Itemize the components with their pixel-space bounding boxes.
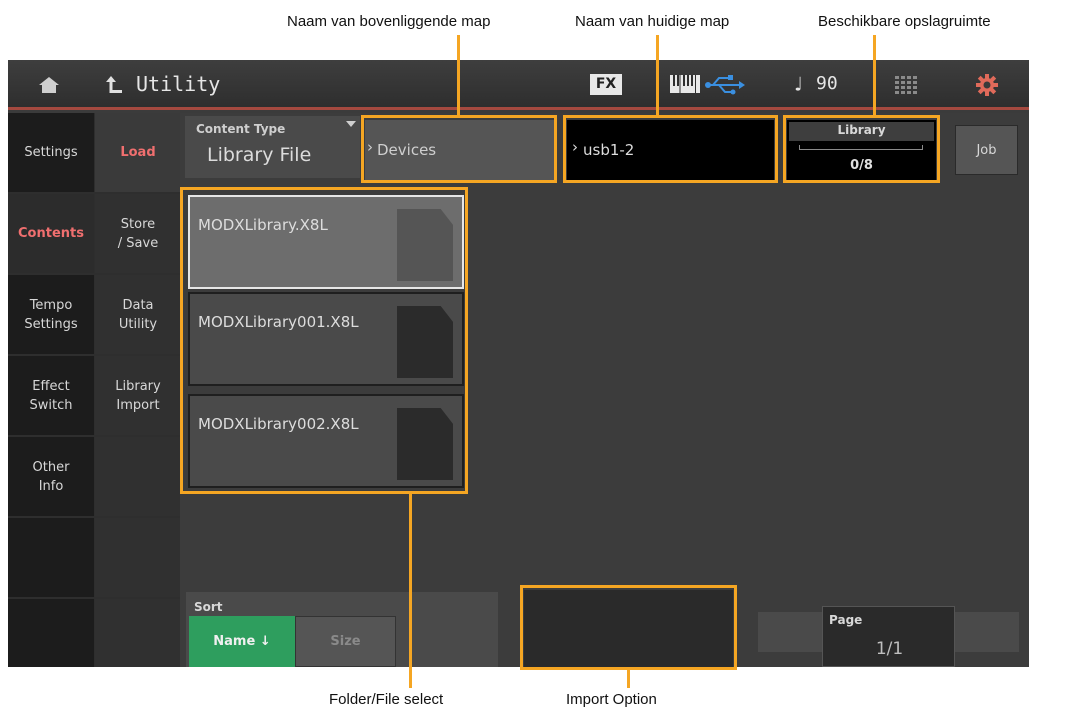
nav-contents[interactable]: Contents [8, 194, 94, 275]
storage-bar [799, 145, 923, 150]
sort-name-label: Name ↓ [213, 634, 271, 649]
home-icon[interactable] [38, 76, 60, 94]
page-prev-button[interactable] [758, 612, 822, 652]
back-arrow-icon[interactable] [106, 75, 124, 95]
dropdown-arrow-icon [346, 121, 356, 127]
tempo-value[interactable]: 90 [816, 73, 838, 94]
file-item[interactable]: MODXLibrary.X8L [188, 195, 464, 289]
leader-current-folder [656, 35, 659, 117]
subnav-load[interactable]: Load [95, 113, 181, 194]
leader-parent-folder [457, 35, 460, 117]
chevron-right-icon: › [367, 138, 373, 156]
chevron-right-icon: › [572, 138, 578, 156]
nav-empty-2 [8, 599, 94, 667]
content-type-label: Content Type [196, 122, 286, 136]
annotation-parent-folder: Naam van bovenliggende map [287, 13, 491, 30]
gear-icon[interactable] [976, 74, 998, 96]
job-button-label: Job [976, 142, 997, 158]
page-value: 1/1 [875, 639, 904, 659]
file-name: MODXLibrary.X8L [198, 216, 328, 234]
nav-tempo-settings[interactable]: Tempo Settings [8, 275, 94, 356]
file-item[interactable]: MODXLibrary001.X8L [188, 292, 464, 386]
fx-badge[interactable]: FX [590, 74, 622, 95]
content-type-value: Library File [207, 144, 312, 166]
subnav-store-save[interactable]: Store / Save [95, 194, 181, 275]
leader-storage [873, 35, 876, 117]
tempo-note-icon: ♩ [792, 72, 805, 96]
current-folder-display: › usb1-2 [567, 120, 774, 180]
file-name: MODXLibrary001.X8L [198, 313, 359, 331]
nav-settings[interactable]: Settings [8, 113, 94, 194]
sort-label: Sort [194, 600, 223, 614]
nav-effect-switch[interactable]: Effect Switch [8, 356, 94, 437]
subnav-empty-2 [95, 518, 181, 599]
annotation-current-folder: Naam van huidige map [575, 13, 730, 30]
usb-icon [705, 75, 745, 95]
main-nav: Settings Contents Tempo Settings Effect … [8, 113, 94, 667]
page-indicator: Page 1/1 [822, 606, 955, 667]
file-item[interactable]: MODXLibrary002.X8L [188, 394, 464, 488]
subnav-data-utility[interactable]: Data Utility [95, 275, 181, 356]
sub-nav: Load Store / Save Data Utility Library I… [94, 113, 181, 667]
job-button[interactable]: Job [955, 125, 1018, 175]
leader-file-list [409, 492, 412, 688]
storage-label: Library [837, 123, 886, 137]
annotation-folder-file-select: Folder/File select [329, 691, 444, 708]
subnav-empty-1 [95, 437, 181, 518]
current-folder-name: usb1-2 [583, 141, 635, 159]
page-label: Page [829, 613, 863, 627]
page-next-button[interactable] [955, 612, 1019, 652]
nav-empty-1 [8, 518, 94, 599]
file-icon [397, 209, 453, 281]
parent-folder-button[interactable]: › Devices [365, 120, 555, 180]
sort-size-button[interactable]: Size [295, 616, 396, 667]
import-option-area[interactable] [524, 590, 733, 667]
keyboard-icon [670, 75, 700, 93]
page-title: Utility [136, 72, 221, 96]
file-name: MODXLibrary002.X8L [198, 415, 359, 433]
sort-name-button[interactable]: Name ↓ [189, 616, 295, 667]
parent-folder-name: Devices [377, 141, 437, 159]
annotation-available-storage: Beschikbare opslagruimte [818, 13, 991, 30]
grid-icon[interactable] [895, 76, 917, 94]
file-icon [397, 306, 453, 378]
utility-screen: Utility FX ♩ 90 Settings Contents Tempo … [8, 60, 1029, 667]
content-type-selector[interactable]: Content Type Library File [185, 116, 360, 178]
file-icon [397, 408, 453, 480]
annotation-import-option: Import Option [566, 691, 657, 708]
nav-other-info[interactable]: Other Info [8, 437, 94, 518]
library-storage-meter: Library 0/8 [787, 120, 936, 180]
leader-import-option [627, 668, 630, 688]
sort-size-label: Size [330, 634, 361, 649]
subnav-empty-3 [95, 599, 181, 667]
storage-value: 0/8 [850, 158, 873, 173]
subnav-library-import[interactable]: Library Import [95, 356, 181, 437]
